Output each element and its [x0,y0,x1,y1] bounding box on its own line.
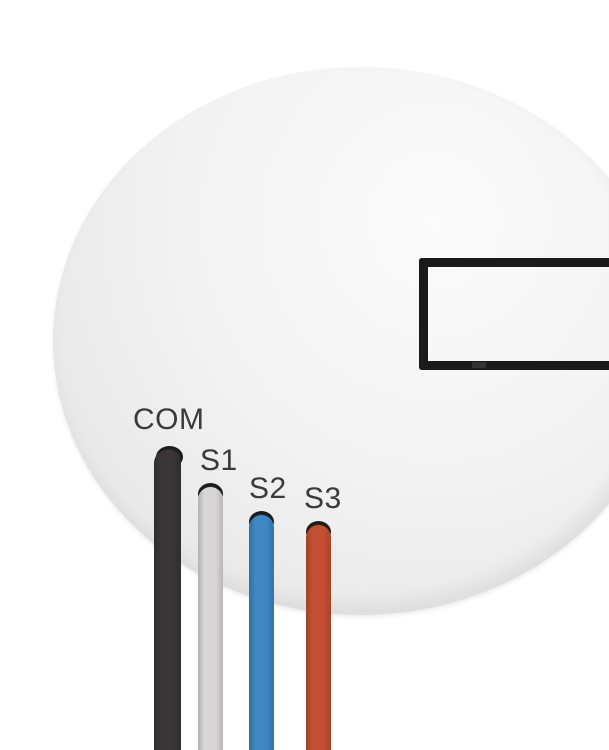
switch-button-notch [472,362,486,368]
wire-s1 [198,487,223,750]
terminal-label-s2: S2 [249,472,287,505]
product-photo: COM S1 S2 S3 [0,0,609,750]
wire-com [154,450,181,750]
terminal-label-s3: S3 [304,482,342,515]
terminal-label-s1: S1 [200,444,238,477]
wire-s3 [306,525,331,750]
terminal-label-com: COM [133,403,205,436]
wire-s2 [249,515,274,750]
switch-button-outline [419,258,609,370]
